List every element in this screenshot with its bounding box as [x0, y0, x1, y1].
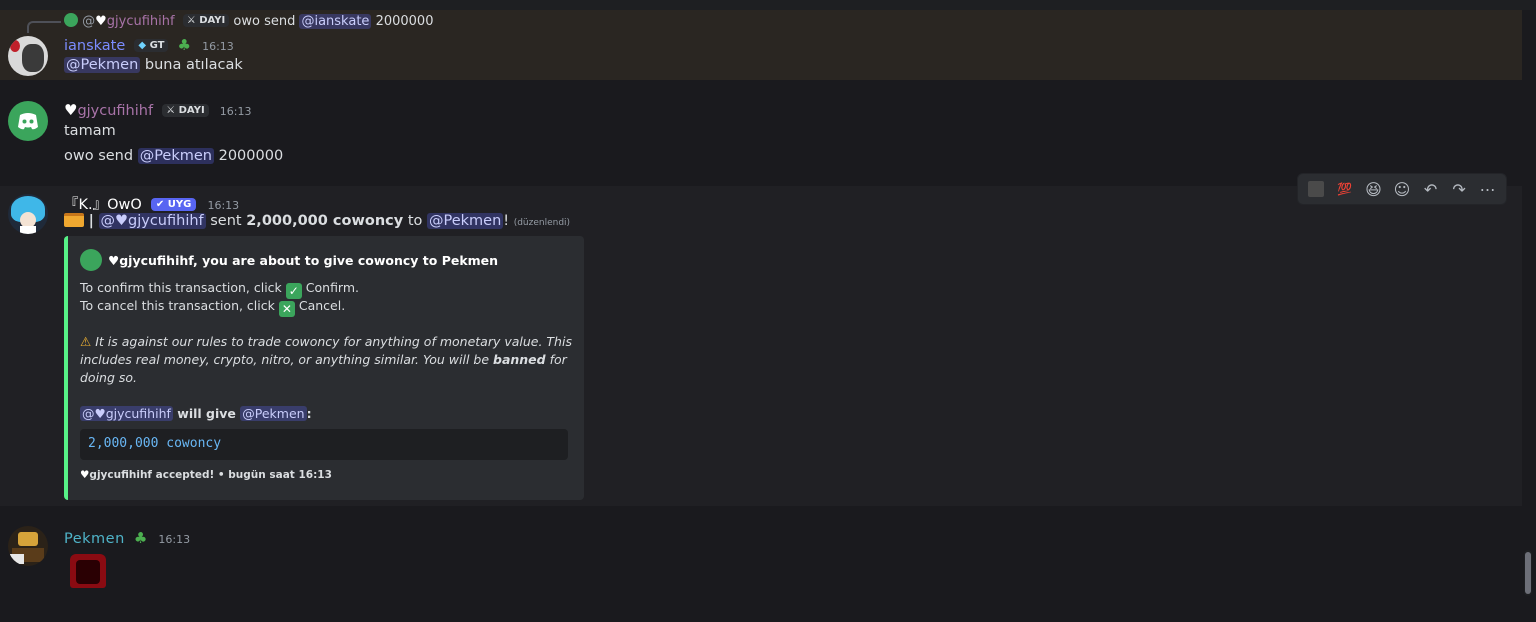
reply-icon: ↶	[1423, 179, 1438, 199]
warning-icon: ⚠	[80, 334, 92, 349]
confirm-text: To confirm this transaction, click	[80, 280, 282, 295]
timestamp: 16:13	[207, 199, 240, 212]
heart-icon: ♥	[80, 469, 90, 481]
embed-title: gjycufihihf, you are about to give cowon…	[119, 253, 499, 268]
mention-gjycufihihf[interactable]: @♥gjycufihihf	[80, 406, 173, 421]
reply-tag: ⚔ DAYI	[182, 14, 230, 27]
message-pekmen: Pekmen ♣ 16:13	[0, 506, 1522, 622]
warning-text-2: includes real money, crypto, nitro, or a…	[80, 352, 490, 367]
message-text: buna atılacak	[144, 57, 243, 73]
forward-button[interactable]: ↷	[1447, 177, 1471, 201]
cross-mark-icon: ✕	[278, 301, 295, 317]
amount-text: 2,000,000 cowoncy	[246, 213, 404, 229]
verified-check-icon: ✔	[155, 199, 165, 210]
credit-card-icon	[64, 213, 84, 227]
smiley-icon: ☺	[1393, 179, 1411, 199]
author-owo[interactable]: 『K.』OwO	[64, 197, 142, 213]
warning-banned: banned	[493, 352, 546, 367]
clover-icon: ♣	[133, 529, 148, 547]
more-icon: ⋯	[1479, 179, 1496, 199]
reaction-boot-button[interactable]	[1304, 177, 1328, 201]
sword-icon: ⚔	[166, 105, 176, 116]
tag-uyg: ✔ UYG	[150, 198, 197, 211]
mention-pekmen[interactable]: @Pekmen	[137, 148, 214, 164]
warning-text-2b: for	[549, 352, 567, 367]
heart-icon: ♥	[64, 101, 78, 119]
timestamp: 16:13	[158, 533, 191, 546]
scrollbar-thumb[interactable]	[1525, 552, 1531, 594]
avatar-owo[interactable]	[8, 194, 48, 234]
edited-label: (düzenlendi)	[513, 218, 571, 228]
confirm-label: Confirm.	[305, 280, 360, 295]
amount-codeblock: 2,000,000 cowoncy	[80, 429, 568, 460]
timestamp: 16:13	[219, 105, 252, 118]
reaction-100-button[interactable]: 💯	[1333, 177, 1357, 201]
mention-pekmen[interactable]: @Pekmen	[64, 57, 141, 73]
cancel-text: To cancel this transaction, click	[80, 298, 275, 313]
warning-text-3: doing so.	[80, 370, 138, 385]
heart-icon: ♥	[108, 253, 120, 268]
transaction-embed: ♥gjycufihihf, you are about to give cowo…	[64, 236, 584, 500]
discord-logo-icon	[18, 113, 38, 130]
give-text: will give	[177, 406, 236, 421]
sword-icon: ⚔	[186, 15, 196, 26]
avatar-gjycufihihf[interactable]	[8, 101, 48, 141]
author-gjycufihihf[interactable]: gjycufihihf	[77, 103, 153, 119]
mention-pekmen[interactable]: @Pekmen	[426, 213, 504, 229]
author-ianskate[interactable]: ianskate	[64, 38, 125, 54]
reply-text-before: owo send	[233, 14, 296, 29]
tag-gt: ◆ GT	[134, 39, 169, 52]
forward-icon: ↷	[1452, 179, 1466, 199]
message-ianskate: @♥gjycufihihf ⚔ DAYI owo send @ianskate …	[0, 10, 1522, 80]
add-reaction-button[interactable]: ☺	[1390, 177, 1414, 201]
reaction-laugh-button[interactable]: 😆	[1361, 177, 1385, 201]
top-bar	[0, 0, 1536, 10]
more-button[interactable]: ⋯	[1476, 177, 1500, 201]
avatar-ianskate[interactable]	[8, 36, 48, 76]
check-mark-icon: ✓	[285, 283, 302, 299]
message-text: 2000000	[218, 148, 284, 164]
heart-icon: ♥	[95, 14, 107, 29]
embed-footer: gjycufihihf accepted! • bugün saat 16:13	[89, 469, 332, 481]
separator: |	[88, 213, 94, 229]
warning-text-1: It is against our rules to trade cowoncy…	[95, 334, 572, 349]
gem-icon: ◆	[138, 40, 147, 51]
author-pekmen[interactable]: Pekmen	[64, 531, 125, 547]
text-to: to	[407, 213, 423, 229]
reply-author[interactable]: gjycufihihf	[107, 14, 175, 29]
tag-dayi: ⚔ DAYI	[162, 104, 209, 117]
text-exclaim: !	[503, 213, 510, 229]
mention-pekmen[interactable]: @Pekmen	[240, 406, 307, 421]
text-sent: sent	[210, 213, 242, 229]
reply-preview[interactable]: @♥gjycufihihf ⚔ DAYI owo send @ianskate …	[64, 13, 433, 29]
message-gjycufihihf: ♥gjycufihihf ⚔ DAYI 16:13 tamam owo send…	[0, 80, 1522, 186]
message-line-1: tamam	[64, 123, 116, 139]
fez-sticker-icon[interactable]	[66, 550, 110, 592]
reply-text-after: 2000000	[375, 14, 434, 29]
timestamp: 16:13	[202, 40, 234, 53]
avatar-pekmen[interactable]	[8, 526, 48, 566]
message-hover-toolbar: 💯 😆 ☺ ↶ ↷ ⋯	[1297, 173, 1507, 205]
embed-author-icon	[80, 249, 102, 271]
mention-gjycufihihf[interactable]: @♥gjycufihihf	[98, 213, 206, 229]
balloon-icon	[10, 40, 20, 52]
reply-mention[interactable]: @ianskate	[299, 14, 372, 29]
message-text: owo send	[64, 148, 134, 164]
reply-button[interactable]: ↶	[1419, 177, 1443, 201]
cancel-label: Cancel.	[298, 298, 346, 313]
clover-icon: ♣	[177, 36, 191, 54]
reply-author-prefix: @	[82, 14, 96, 29]
boot-icon	[1308, 181, 1325, 197]
message-owo-bot: 『K.』OwO ✔ UYG 16:13 | @♥gjycufihihf sent…	[0, 186, 1522, 506]
reply-discord-icon	[64, 13, 78, 27]
give-colon: :	[306, 406, 312, 421]
reply-connector	[27, 21, 61, 33]
